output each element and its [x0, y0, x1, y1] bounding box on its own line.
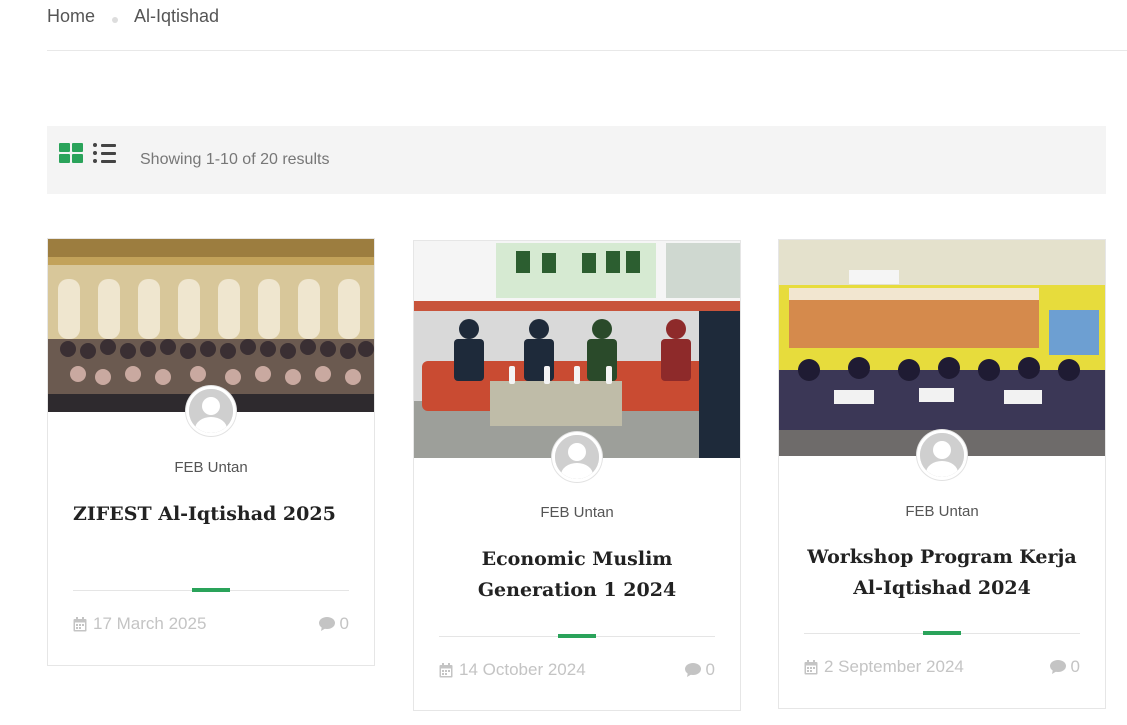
post-comments[interactable]: 0 — [1049, 657, 1080, 677]
card-divider-accent — [923, 631, 961, 635]
list-view-button[interactable] — [93, 143, 117, 163]
post-date[interactable]: 14 October 2024 — [439, 660, 586, 680]
comment-icon — [684, 663, 701, 677]
post-comments[interactable]: 0 — [684, 660, 715, 680]
post-comment-count: 0 — [1070, 657, 1080, 676]
post-author[interactable]: FEB Untan — [414, 504, 740, 521]
calendar-icon — [439, 662, 453, 677]
post-card: FEB Untan ZIFEST Al-Iqtishad 2025 17 Mar… — [47, 238, 375, 666]
post-title[interactable]: ZIFEST Al-Iqtishad 2025 — [73, 499, 359, 530]
breadcrumb-home-link[interactable]: Home — [47, 6, 95, 27]
card-divider-accent — [192, 588, 230, 592]
author-avatar[interactable] — [186, 386, 236, 436]
post-card: FEB Untan Workshop Program Kerja Al-Iqti… — [778, 239, 1106, 709]
post-comment-count: 0 — [339, 614, 349, 633]
calendar-icon — [804, 659, 818, 674]
header-divider — [47, 50, 1127, 51]
post-date-text: 2 September 2024 — [824, 657, 964, 676]
breadcrumb-current: Al-Iqtishad — [134, 6, 220, 26]
post-date-text: 14 October 2024 — [459, 660, 586, 679]
post-date[interactable]: 2 September 2024 — [804, 657, 964, 677]
post-author[interactable]: FEB Untan — [779, 503, 1105, 520]
comment-icon — [318, 617, 335, 631]
post-comment-count: 0 — [705, 660, 715, 679]
calendar-icon — [73, 616, 87, 631]
post-comments[interactable]: 0 — [318, 614, 349, 634]
archive-toolbar: Showing 1-10 of 20 results — [47, 126, 1106, 194]
post-thumbnail[interactable] — [779, 240, 1105, 456]
post-author[interactable]: FEB Untan — [48, 459, 374, 476]
grid-view-button[interactable] — [59, 143, 83, 164]
comment-icon — [1049, 660, 1066, 674]
breadcrumb: Home Al-Iqtishad — [47, 6, 219, 27]
post-card: FEB Untan Economic Muslim Generation 1 2… — [413, 240, 741, 711]
post-title[interactable]: Workshop Program Kerja Al-Iqtishad 2024 — [799, 542, 1085, 604]
breadcrumb-separator — [112, 16, 119, 23]
author-avatar[interactable] — [917, 430, 967, 480]
post-date[interactable]: 17 March 2025 — [73, 614, 206, 634]
author-avatar[interactable] — [552, 432, 602, 482]
post-thumbnail[interactable] — [414, 241, 740, 458]
card-divider-accent — [558, 634, 596, 638]
post-title[interactable]: Economic Muslim Generation 1 2024 — [434, 544, 720, 606]
post-date-text: 17 March 2025 — [93, 614, 207, 633]
result-count: Showing 1-10 of 20 results — [140, 151, 330, 168]
